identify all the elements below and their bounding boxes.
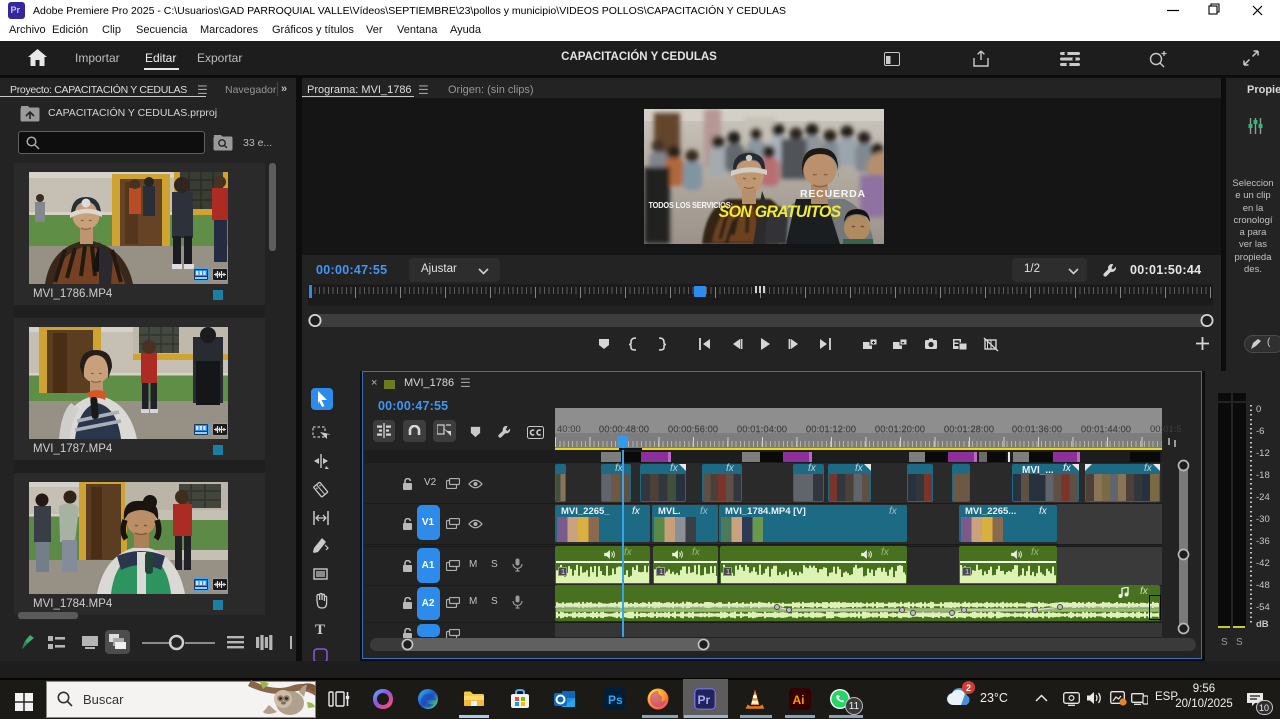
svg-text:SON GRATUITOS: SON GRATUITOS xyxy=(719,203,842,221)
svg-text:RECUERDA: RECUERDA xyxy=(800,188,866,200)
svg-text:Ps: Ps xyxy=(608,693,623,707)
svg-text:T: T xyxy=(315,622,325,638)
svg-text:Ai: Ai xyxy=(793,693,805,707)
svg-text:Pr: Pr xyxy=(698,693,711,707)
